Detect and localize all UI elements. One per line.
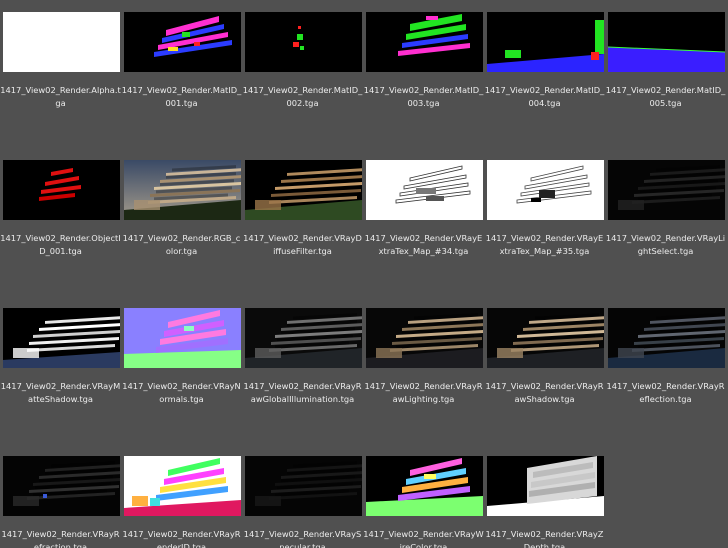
- file-name-label: 1417_View02_Render.VRayRawLighting.tga: [364, 381, 483, 404]
- file-tile[interactable]: 1417_View02_Render.VRayRawLighting.tga: [363, 308, 484, 418]
- file-thumbnail[interactable]: [3, 12, 120, 72]
- file-thumbnail[interactable]: [487, 160, 604, 220]
- file-thumbnail[interactable]: [124, 12, 241, 72]
- file-thumbnail[interactable]: [245, 160, 362, 220]
- file-tile[interactable]: 1417_View02_Render.VRayWireColor.tga: [363, 456, 484, 548]
- file-thumbnail[interactable]: [608, 12, 725, 72]
- file-name-label: 1417_View02_Render.VRayZDepth.tga: [485, 529, 604, 548]
- file-name-label: 1417_View02_Render.MatID_005.tga: [605, 85, 726, 108]
- file-thumbnail[interactable]: [124, 308, 241, 368]
- file-thumbnail[interactable]: [245, 12, 362, 72]
- file-name-label: 1417_View02_Render.MatID_004.tga: [484, 85, 605, 108]
- file-name-label: 1417_View02_Render.VRayRawGlobalIllumina…: [243, 381, 362, 404]
- file-tile[interactable]: 1417_View02_Render.VRayRefraction.tga: [0, 456, 121, 548]
- file-tile[interactable]: 1417_View02_Render.VRayExtraTex_Map_#34.…: [363, 160, 484, 270]
- file-thumbnail[interactable]: [366, 12, 483, 72]
- file-thumbnail[interactable]: [3, 160, 120, 220]
- file-tile[interactable]: 1417_View02_Render.MatID_003.tga: [363, 12, 484, 122]
- file-name-label: 1417_View02_Render.VRayNormals.tga: [122, 381, 241, 404]
- file-thumbnail-view: 1417_View02_Render.Alpha.tga 1417_View02_…: [0, 0, 728, 548]
- file-name-label: 1417_View02_Render.MatID_003.tga: [363, 85, 484, 108]
- file-tile[interactable]: 1417_View02_Render.VRayNormals.tga: [121, 308, 242, 418]
- file-name-label: 1417_View02_Render.VRayReflection.tga: [606, 381, 725, 404]
- file-name-label: 1417_View02_Render.Alpha.tga: [0, 85, 121, 108]
- file-thumbnail[interactable]: [3, 308, 120, 368]
- file-name-label: 1417_View02_Render.VRayMatteShadow.tga: [0, 381, 121, 404]
- file-tile[interactable]: 1417_View02_Render.VRayDiffuseFilter.tga: [242, 160, 363, 270]
- file-thumbnail[interactable]: [366, 160, 483, 220]
- file-thumbnail[interactable]: [487, 308, 604, 368]
- file-tile[interactable]: 1417_View02_Render.RGB_color.tga: [121, 160, 242, 270]
- file-tile[interactable]: 1417_View02_Render.Alpha.tga: [0, 12, 121, 122]
- file-tile[interactable]: 1417_View02_Render.VRayExtraTex_Map_#35.…: [484, 160, 605, 270]
- file-name-label: 1417_View02_Render.VRayExtraTex_Map_#34.…: [364, 233, 483, 256]
- file-name-label: 1417_View02_Render.MatID_002.tga: [242, 85, 363, 108]
- file-thumbnail[interactable]: [608, 160, 725, 220]
- file-name-label: 1417_View02_Render.VRayRenderID.tga: [122, 529, 241, 548]
- file-name-label: 1417_View02_Render.VRayDiffuseFilter.tga: [243, 233, 362, 256]
- file-thumbnail[interactable]: [124, 160, 241, 220]
- file-name-label: 1417_View02_Render.MatID_001.tga: [121, 85, 242, 108]
- file-tile[interactable]: 1417_View02_Render.VRayMatteShadow.tga: [0, 308, 121, 418]
- file-thumbnail[interactable]: [366, 456, 483, 516]
- file-thumbnail[interactable]: [608, 308, 725, 368]
- file-tile[interactable]: 1417_View02_Render.VRayZDepth.tga: [484, 456, 605, 548]
- file-thumbnail[interactable]: [245, 456, 362, 516]
- file-thumbnail[interactable]: [487, 12, 604, 72]
- file-tile[interactable]: 1417_View02_Render.MatID_001.tga: [121, 12, 242, 122]
- file-tile[interactable]: 1417_View02_Render.VRayRawGlobalIllumina…: [242, 308, 363, 418]
- file-tile[interactable]: 1417_View02_Render.MatID_005.tga: [605, 12, 726, 122]
- file-tile[interactable]: 1417_View02_Render.VRayRawShadow.tga: [484, 308, 605, 418]
- file-name-label: 1417_View02_Render.VRayRawShadow.tga: [485, 381, 604, 404]
- file-thumbnail[interactable]: [124, 456, 241, 516]
- file-thumbnail[interactable]: [3, 456, 120, 516]
- file-thumbnail[interactable]: [487, 456, 604, 516]
- file-name-label: 1417_View02_Render.VRayWireColor.tga: [363, 529, 484, 548]
- file-tile[interactable]: 1417_View02_Render.ObjectID_001.tga: [0, 160, 121, 270]
- file-name-label: 1417_View02_Render.VRaySpecular.tga: [243, 529, 362, 548]
- file-tile[interactable]: 1417_View02_Render.VRayRenderID.tga: [121, 456, 242, 548]
- file-name-label: 1417_View02_Render.VRayRefraction.tga: [1, 529, 120, 548]
- file-name-label: 1417_View02_Render.RGB_color.tga: [122, 233, 241, 256]
- file-thumbnail[interactable]: [366, 308, 483, 368]
- file-thumbnail[interactable]: [245, 308, 362, 368]
- file-tile[interactable]: 1417_View02_Render.VRayLightSelect.tga: [605, 160, 726, 270]
- file-name-label: 1417_View02_Render.VRayExtraTex_Map_#35.…: [485, 233, 604, 256]
- file-tile[interactable]: 1417_View02_Render.VRayReflection.tga: [605, 308, 726, 418]
- file-tile[interactable]: 1417_View02_Render.MatID_004.tga: [484, 12, 605, 122]
- file-name-label: 1417_View02_Render.ObjectID_001.tga: [0, 233, 121, 256]
- file-name-label: 1417_View02_Render.VRayLightSelect.tga: [605, 233, 726, 256]
- file-tile[interactable]: 1417_View02_Render.MatID_002.tga: [242, 12, 363, 122]
- file-tile[interactable]: 1417_View02_Render.VRaySpecular.tga: [242, 456, 363, 548]
